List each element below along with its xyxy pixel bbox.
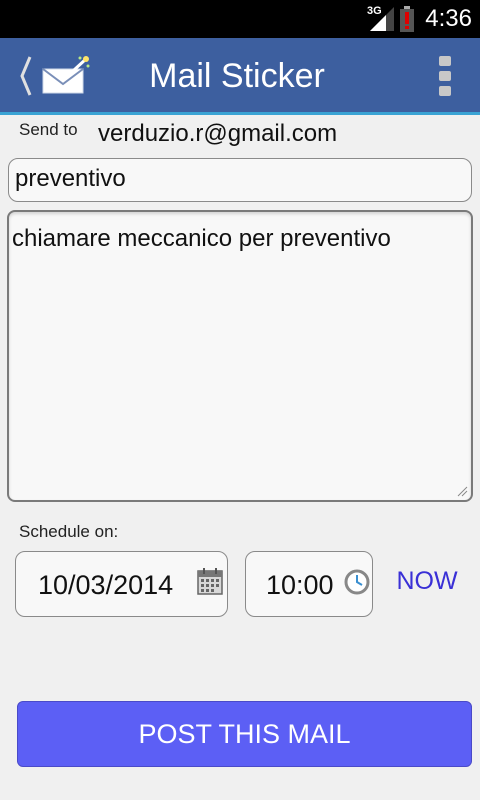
message-body-textarea[interactable]: chiamare meccanico per preventivo	[7, 210, 473, 502]
overflow-dot	[439, 86, 451, 96]
signal-strength-icon	[370, 7, 394, 31]
overflow-menu-icon[interactable]	[432, 52, 460, 100]
mail-wand-icon[interactable]	[40, 55, 90, 95]
time-value: 10:00	[266, 570, 334, 600]
battery-icon	[400, 6, 414, 32]
date-value: 10/03/2014	[38, 570, 174, 600]
status-bar: 3G 4:36	[0, 0, 480, 38]
schedule-label: Schedule on:	[19, 522, 119, 541]
action-bar-divider	[0, 112, 480, 115]
app-title: Mail Sticker	[149, 57, 325, 95]
overflow-dot	[439, 56, 451, 66]
clock-time: 4:36	[425, 5, 472, 32]
send-to-label: Send to	[19, 120, 78, 139]
now-button[interactable]: NOW	[388, 563, 466, 599]
calendar-icon[interactable]	[197, 567, 223, 595]
date-picker-field[interactable]: 10/03/2014	[15, 551, 228, 617]
back-chevron-icon[interactable]	[18, 55, 34, 97]
subject-input-value: preventivo	[15, 165, 126, 192]
post-mail-button[interactable]: POST THIS MAIL	[17, 701, 472, 767]
overflow-dot	[439, 71, 451, 81]
subject-input[interactable]: preventivo	[8, 158, 472, 202]
resize-grip-icon[interactable]	[456, 485, 468, 497]
time-picker-field[interactable]: 10:00	[245, 551, 373, 617]
clock-icon[interactable]	[344, 569, 370, 595]
message-body-value: chiamare meccanico per preventivo	[12, 225, 391, 252]
send-to-address: verduzio.r@gmail.com	[98, 120, 338, 147]
